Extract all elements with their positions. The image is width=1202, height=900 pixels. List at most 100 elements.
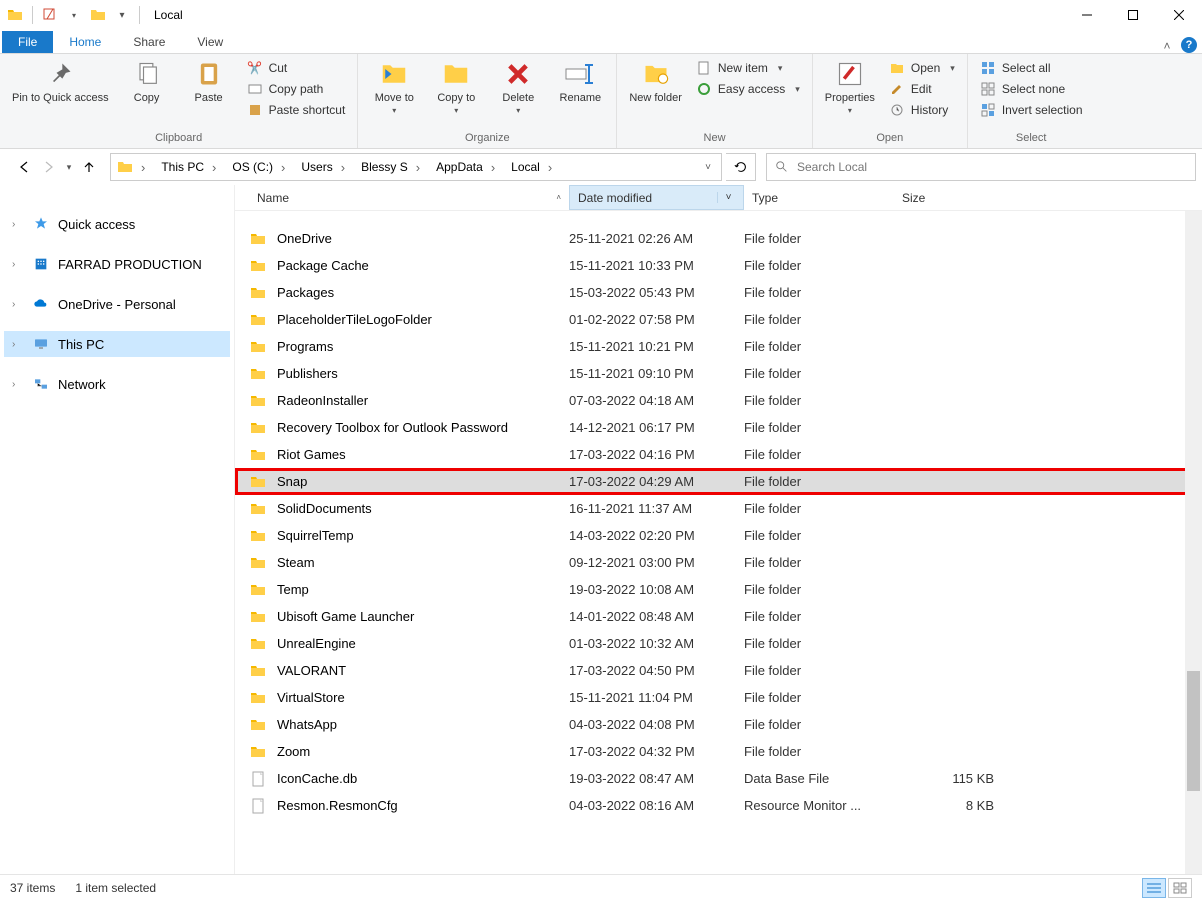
column-name[interactable]: Name˄ (249, 185, 569, 210)
file-row[interactable]: PlaceholderTileLogoFolder01-02-2022 07:5… (235, 306, 1202, 333)
file-row[interactable]: Ubisoft Game Launcher14-01-2022 08:48 AM… (235, 603, 1202, 630)
tab-home[interactable]: Home (53, 31, 117, 53)
cut-button[interactable]: ✂️Cut (241, 58, 352, 78)
file-date: 15-11-2021 09:10 PM (569, 366, 744, 381)
file-row[interactable]: WhatsApp04-03-2022 04:08 PMFile folder (235, 711, 1202, 738)
file-row[interactable]: Snap17-03-2022 04:29 AMFile folder (235, 468, 1202, 495)
forward-button[interactable] (36, 154, 62, 180)
sidebar-item-quick-access[interactable]: ›Quick access (4, 211, 230, 237)
chevron-right-icon: › (12, 219, 24, 230)
breadcrumb[interactable]: Blessy S (353, 154, 428, 180)
up-button[interactable] (76, 154, 102, 180)
delete-button[interactable]: Delete (488, 56, 548, 117)
details-view-button[interactable] (1142, 878, 1166, 898)
file-row[interactable]: OneDrive25-11-2021 02:26 AMFile folder (235, 225, 1202, 252)
pc-icon (32, 335, 50, 353)
folder-icon (249, 608, 267, 626)
refresh-button[interactable] (726, 153, 756, 181)
file-row[interactable]: IconCache.db19-03-2022 08:47 AMData Base… (235, 765, 1202, 792)
pin-quick-access-button[interactable]: Pin to Quick access (6, 56, 115, 106)
collapse-ribbon-icon[interactable]: ˄ (1156, 39, 1178, 53)
column-filter-dropdown-icon[interactable]: ˅ (717, 192, 735, 203)
file-row[interactable]: VALORANT17-03-2022 04:50 PMFile folder (235, 657, 1202, 684)
qat-dropdown-icon[interactable]: ▾ (63, 4, 85, 26)
copy-path-button[interactable]: Copy path (241, 79, 352, 99)
file-row[interactable]: Zoom17-03-2022 04:32 PMFile folder (235, 738, 1202, 765)
file-row[interactable]: Temp19-03-2022 10:08 AMFile folder (235, 576, 1202, 603)
properties-button[interactable]: Properties (819, 56, 881, 117)
search-placeholder: Search Local (797, 160, 867, 174)
file-row[interactable]: Recovery Toolbox for Outlook Password14-… (235, 414, 1202, 441)
breadcrumb[interactable]: AppData (428, 154, 503, 180)
file-row[interactable]: Riot Games17-03-2022 04:16 PMFile folder (235, 441, 1202, 468)
sidebar-item-network[interactable]: ›Network (4, 371, 230, 397)
address-dropdown-button[interactable]: ˅ (695, 154, 721, 180)
sidebar-item-label: This PC (58, 337, 104, 352)
file-row[interactable]: SquirrelTemp14-03-2022 02:20 PMFile fold… (235, 522, 1202, 549)
breadcrumb-root[interactable] (111, 154, 153, 180)
address-bar[interactable]: This PC OS (C:) Users Blessy S AppData L… (110, 153, 722, 181)
breadcrumb[interactable]: OS (C:) (224, 154, 293, 180)
sidebar-item-onedrive-personal[interactable]: ›OneDrive - Personal (4, 291, 230, 317)
file-row[interactable]: UnrealEngine01-03-2022 10:32 AMFile fold… (235, 630, 1202, 657)
file-type: File folder (744, 339, 894, 354)
column-date-modified[interactable]: Date modified˅ (569, 185, 744, 210)
file-row-partial[interactable]: x (235, 211, 1202, 225)
file-row[interactable]: Packages15-03-2022 05:43 PMFile folder (235, 279, 1202, 306)
new-item-button[interactable]: New item (690, 58, 806, 78)
file-row[interactable]: RadeonInstaller07-03-2022 04:18 AMFile f… (235, 387, 1202, 414)
qat-properties-icon[interactable] (39, 4, 61, 26)
minimize-button[interactable] (1064, 0, 1110, 30)
copy-to-button[interactable]: Copy to (426, 56, 486, 117)
file-size: 115 KB (894, 771, 994, 786)
thumbnails-view-button[interactable] (1168, 878, 1192, 898)
file-date: 17-03-2022 04:16 PM (569, 447, 744, 462)
breadcrumb[interactable]: Users (293, 154, 353, 180)
select-all-button[interactable]: Select all (974, 58, 1089, 78)
sidebar-item-farrad-production[interactable]: ›FARRAD PRODUCTION (4, 251, 230, 277)
move-to-button[interactable]: Move to (364, 56, 424, 117)
tab-file[interactable]: File (2, 31, 53, 53)
paste-button[interactable]: Paste (179, 56, 239, 106)
qat-new-folder-icon[interactable] (87, 4, 109, 26)
file-row[interactable]: Resmon.ResmonCfg04-03-2022 08:16 AMResou… (235, 792, 1202, 819)
breadcrumb[interactable]: Local (503, 154, 560, 180)
qat-customize-icon[interactable]: ▾ (111, 4, 133, 26)
vertical-scrollbar[interactable] (1185, 211, 1202, 874)
help-button[interactable]: ? (1178, 37, 1200, 53)
file-date: 17-03-2022 04:29 AM (569, 474, 744, 489)
sidebar-item-label: OneDrive - Personal (58, 297, 176, 312)
new-folder-button[interactable]: New folder (623, 56, 688, 106)
file-row[interactable]: VirtualStore15-11-2021 11:04 PMFile fold… (235, 684, 1202, 711)
select-none-button[interactable]: Select none (974, 79, 1089, 99)
edit-button[interactable]: Edit (883, 79, 961, 99)
paste-shortcut-button[interactable]: Paste shortcut (241, 100, 352, 120)
file-row[interactable]: Steam09-12-2021 03:00 PMFile folder (235, 549, 1202, 576)
close-button[interactable] (1156, 0, 1202, 30)
copy-button[interactable]: Copy (117, 56, 177, 106)
folder-icon (249, 338, 267, 356)
back-button[interactable] (10, 154, 36, 180)
recent-locations-button[interactable]: ▾ (62, 154, 76, 180)
file-row[interactable]: SolidDocuments16-11-2021 11:37 AMFile fo… (235, 495, 1202, 522)
file-date: 17-03-2022 04:32 PM (569, 744, 744, 759)
scrollbar-thumb[interactable] (1187, 671, 1200, 791)
invert-selection-button[interactable]: Invert selection (974, 100, 1089, 120)
history-button[interactable]: History (883, 100, 961, 120)
sidebar-item-this-pc[interactable]: ›This PC (4, 331, 230, 357)
tab-share[interactable]: Share (117, 31, 181, 53)
invert-icon (980, 102, 996, 118)
column-size[interactable]: Size (894, 185, 1024, 210)
file-row[interactable]: Package Cache15-11-2021 10:33 PMFile fol… (235, 252, 1202, 279)
file-row[interactable]: Programs15-11-2021 10:21 PMFile folder (235, 333, 1202, 360)
tab-view[interactable]: View (181, 31, 239, 53)
maximize-button[interactable] (1110, 0, 1156, 30)
search-box[interactable]: Search Local (766, 153, 1196, 181)
breadcrumb[interactable]: This PC (153, 154, 224, 180)
column-type[interactable]: Type (744, 185, 894, 210)
easy-access-button[interactable]: Easy access (690, 79, 806, 99)
file-name: Packages (277, 285, 334, 300)
rename-button[interactable]: Rename (550, 56, 610, 106)
open-button[interactable]: Open (883, 58, 961, 78)
file-row[interactable]: Publishers15-11-2021 09:10 PMFile folder (235, 360, 1202, 387)
